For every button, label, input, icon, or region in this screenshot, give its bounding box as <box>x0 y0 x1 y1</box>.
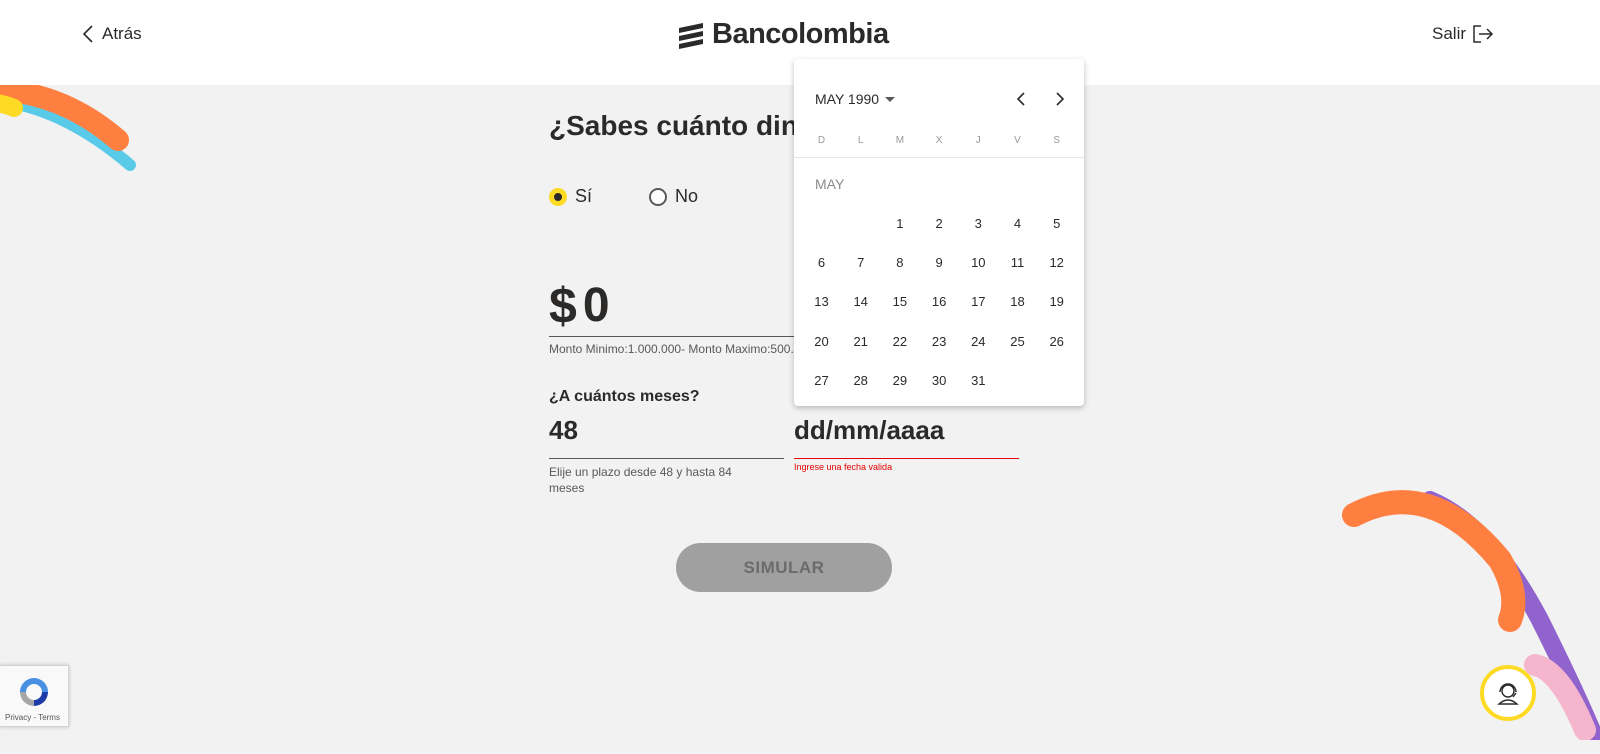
bancolombia-logo: Bancolombia <box>676 18 889 51</box>
calendar-day[interactable]: 10 <box>959 248 998 278</box>
calendar-day[interactable]: 9 <box>920 248 959 278</box>
help-chat-button[interactable] <box>1480 665 1536 721</box>
month-year-label: MAY 1990 <box>815 91 880 107</box>
previous-month-button[interactable] <box>1011 89 1031 109</box>
simulate-button[interactable]: SIMULAR <box>676 543 892 592</box>
calendar-day[interactable]: 17 <box>959 287 998 317</box>
radio-checked-icon <box>549 187 567 206</box>
calendar-day[interactable]: 8 <box>880 248 919 278</box>
calendar-day[interactable]: 14 <box>841 287 880 317</box>
calendar-day[interactable]: 4 <box>998 209 1037 239</box>
weekday-label: S <box>1053 135 1061 146</box>
radio-unchecked-icon <box>649 187 667 206</box>
calendar-day[interactable]: 5 <box>1037 209 1076 239</box>
calendar-day[interactable]: 13 <box>802 287 841 317</box>
weekday-header: DLMXJVS <box>794 131 1084 158</box>
date-error-message: Ingrese una fecha valida <box>794 462 893 472</box>
calendar-day[interactable]: 28 <box>841 366 880 396</box>
calendar-day[interactable]: 29 <box>880 366 919 396</box>
calendar-day[interactable]: 21 <box>841 327 880 357</box>
calendar-day[interactable]: 2 <box>920 209 959 239</box>
calendar-day[interactable]: 27 <box>802 366 841 396</box>
calendar-day[interactable]: 1 <box>880 209 919 239</box>
radio-option-si[interactable]: Sí <box>549 186 592 207</box>
date-input[interactable]: dd/mm/aaaa <box>794 412 1019 459</box>
months-input[interactable]: 48 <box>549 412 784 459</box>
weekday-label: L <box>857 135 864 146</box>
calendar-day[interactable]: 22 <box>880 327 919 357</box>
amount-value: 0 <box>582 279 610 332</box>
caret-down-icon <box>885 96 896 102</box>
radio-option-label: Sí <box>575 186 593 206</box>
amount-input[interactable]: $ 0 <box>549 262 794 337</box>
radio-option-no[interactable]: No <box>649 186 698 207</box>
calendar-day[interactable]: 20 <box>802 327 841 357</box>
top-left-decoration <box>0 80 136 171</box>
calendar-month-label: MAY <box>815 176 845 192</box>
calendar-day[interactable]: 26 <box>1037 327 1076 357</box>
calendar-day[interactable]: 23 <box>920 327 959 357</box>
exit-button[interactable]: Salir <box>1432 24 1494 44</box>
support-agent-icon <box>1497 683 1519 705</box>
recaptcha-terms[interactable]: Privacy - Terms <box>5 713 60 722</box>
back-button[interactable]: Atrás <box>82 24 142 44</box>
weekday-label: V <box>1014 135 1021 146</box>
calendar-day[interactable]: 18 <box>998 287 1037 317</box>
bottom-right-decoration <box>1342 490 1600 740</box>
calendar-day[interactable]: 7 <box>841 248 880 278</box>
brand-name: Bancolombia <box>712 18 889 50</box>
back-label: Atrás <box>102 24 142 43</box>
calendar-day[interactable]: 31 <box>959 366 998 396</box>
recaptcha-icon <box>20 678 48 706</box>
recaptcha-badge[interactable]: Privacy - Terms <box>0 665 69 727</box>
date-picker-popup: MAY 1990 DLMXJVS MAY 1 2 3 4 5 6 7 8 9 10 11 12 13 14… <box>794 59 1084 406</box>
weekday-label: X <box>935 135 943 146</box>
weekday-label: M <box>895 135 905 146</box>
calendar-day[interactable]: 6 <box>802 248 841 278</box>
calendar-day[interactable]: 30 <box>920 366 959 396</box>
bancolombia-logo-icon <box>679 22 703 49</box>
next-month-button[interactable] <box>1050 89 1070 109</box>
month-year-selector[interactable]: MAY 1990 <box>815 91 896 107</box>
calendar-day[interactable]: 19 <box>1037 287 1076 317</box>
radio-option-label: No <box>675 186 699 206</box>
calendar-day[interactable]: 15 <box>880 287 919 317</box>
calendar-day[interactable]: 25 <box>998 327 1037 357</box>
calendar-day[interactable]: 24 <box>959 327 998 357</box>
calendar-day[interactable]: 12 <box>1037 248 1076 278</box>
weekday-label: J <box>975 135 981 146</box>
calendar-day[interactable]: 16 <box>920 287 959 317</box>
amount-hint: Monto Minimo:1.000.000- Monto Maximo:500… <box>549 342 799 356</box>
weekday-label: D <box>817 135 826 146</box>
logout-icon <box>1473 25 1494 43</box>
calendar-day[interactable]: 3 <box>959 209 998 239</box>
exit-label: Salir <box>1432 24 1467 43</box>
months-label: ¿A cuántos meses? <box>549 388 700 405</box>
calendar-day[interactable]: 11 <box>998 248 1037 278</box>
chevron-left-icon <box>82 25 93 43</box>
months-hint: Elije un plazo desde 48 y hasta 84 meses <box>549 465 732 495</box>
currency-symbol: $ <box>549 278 577 334</box>
